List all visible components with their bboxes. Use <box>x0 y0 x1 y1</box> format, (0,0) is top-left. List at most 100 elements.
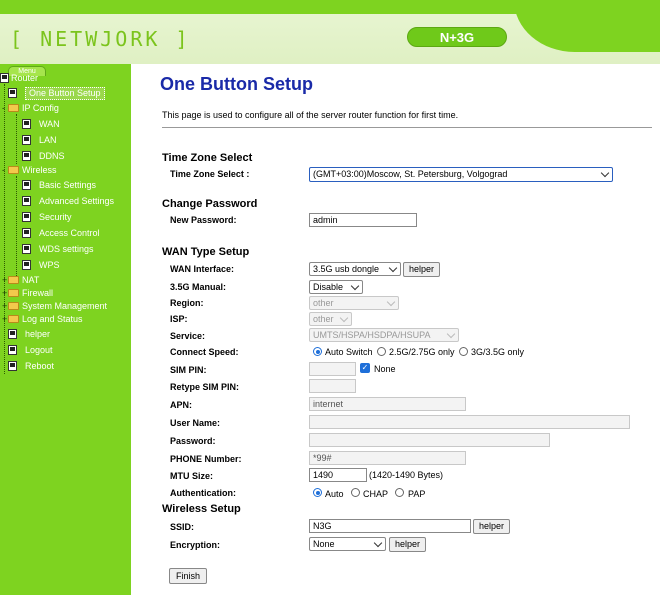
page-icon <box>22 211 31 222</box>
sidebar-item-helper[interactable]: helper <box>8 328 50 341</box>
folder-icon <box>8 301 19 310</box>
new-password-input[interactable]: admin <box>309 213 417 227</box>
mtu-size-label: MTU Size: <box>170 471 214 481</box>
header: [ NETWJORK ] N+3G <box>0 0 660 64</box>
wan-password-label: Password: <box>170 436 216 446</box>
sidebar-item-logout[interactable]: Logout <box>8 344 53 357</box>
auth-pap-radio[interactable] <box>395 488 404 497</box>
sidebar-item-advanced-settings[interactable]: Advanced Settings <box>22 195 114 208</box>
page-icon <box>22 259 31 270</box>
phone-number-label: PHONE Number: <box>170 454 242 464</box>
ssid-helper-button[interactable]: helper <box>473 519 510 534</box>
sidebar-item-lan[interactable]: LAN <box>22 134 57 147</box>
sidebar-item-wireless[interactable]: - Wireless <box>2 164 57 177</box>
encryption-select[interactable]: None <box>309 537 386 551</box>
sim-pin-none-checkbox[interactable]: ✓ <box>360 363 370 373</box>
sim-pin-input[interactable] <box>309 362 356 376</box>
service-select[interactable]: UMTS/HSPA/HSDPA/HSUPA <box>309 328 459 342</box>
page-icon <box>22 243 31 254</box>
apn-label: APN: <box>170 400 192 410</box>
page-icon <box>8 360 17 371</box>
router-icon <box>0 72 9 83</box>
page-title: One Button Setup <box>160 74 313 94</box>
region-label: Region: <box>170 298 204 308</box>
brand-logo: [ NETWJORK ] <box>10 27 191 51</box>
sidebar-item-ip-config[interactable]: - IP Config <box>2 102 59 115</box>
wan-interface-select[interactable]: 3.5G usb dongle <box>309 262 401 276</box>
model-badge: N+3G <box>407 27 507 47</box>
folder-icon <box>8 314 19 323</box>
sidebar-item-access-control[interactable]: Access Control <box>22 227 100 240</box>
new-password-label: New Password: <box>170 215 237 225</box>
manual-35g-select[interactable]: Disable <box>309 280 363 294</box>
sim-pin-none-label: None <box>374 364 396 374</box>
mtu-size-input[interactable]: 1490 <box>309 468 367 482</box>
encryption-label: Encryption: <box>170 540 221 550</box>
header-curve <box>514 0 660 52</box>
sidebar-item-system-management[interactable]: + System Management <box>2 300 107 313</box>
sim-pin-label: SIM PIN: <box>170 365 207 375</box>
isp-select[interactable]: other <box>309 312 352 326</box>
page-icon <box>22 118 31 129</box>
sidebar-item-basic-settings[interactable]: Basic Settings <box>22 179 96 192</box>
speed-25g-radio[interactable] <box>377 347 386 356</box>
folder-icon <box>8 288 19 297</box>
sidebar-item-wds-settings[interactable]: WDS settings <box>22 243 94 256</box>
phone-number-input[interactable]: *99# <box>309 451 466 465</box>
region-select[interactable]: other <box>309 296 399 310</box>
section-wan-type: WAN Type Setup <box>162 246 250 258</box>
ssid-input[interactable]: N3G <box>309 519 471 533</box>
wan-helper-button[interactable]: helper <box>403 262 440 277</box>
page-icon <box>22 227 31 238</box>
wan-interface-label: WAN Interface: <box>170 264 235 274</box>
tree-line <box>16 176 17 276</box>
speed-auto-radio[interactable] <box>313 347 322 356</box>
sidebar: Menu Router One Button Setup - IP Config … <box>0 64 131 595</box>
page-description: This page is used to configure all of th… <box>162 110 459 120</box>
sidebar-item-nat[interactable]: + NAT <box>2 274 39 287</box>
page-icon <box>8 87 17 98</box>
auth-auto-radio[interactable] <box>313 488 322 497</box>
apn-input[interactable]: internet <box>309 397 466 411</box>
auth-auto-label: Auto <box>325 489 344 499</box>
sidebar-root-router[interactable]: Router <box>0 72 38 85</box>
retype-sim-pin-label: Retype SIM PIN: <box>170 382 240 392</box>
speed-auto-label: Auto Switch <box>325 347 373 357</box>
username-label: User Name: <box>170 418 221 428</box>
mtu-size-hint: (1420-1490 Bytes) <box>369 470 444 480</box>
sidebar-item-security[interactable]: Security <box>22 211 72 224</box>
time-zone-select[interactable]: (GMT+03:00)Moscow, St. Petersburg, Volgo… <box>309 167 613 182</box>
auth-chap-radio[interactable] <box>351 488 360 497</box>
sidebar-item-firewall[interactable]: + Firewall <box>2 287 53 300</box>
section-wireless-setup: Wireless Setup <box>162 503 241 515</box>
sidebar-item-ddns[interactable]: DDNS <box>22 150 65 163</box>
speed-3g-radio[interactable] <box>459 347 468 356</box>
time-zone-label: Time Zone Select : <box>170 169 250 179</box>
auth-chap-label: CHAP <box>363 489 389 499</box>
finish-button[interactable]: Finish <box>169 568 207 584</box>
sidebar-item-wan[interactable]: WAN <box>22 118 60 131</box>
ssid-label: SSID: <box>170 522 195 532</box>
page-icon <box>22 150 31 161</box>
main-content: One Button Setup This page is used to co… <box>131 64 660 595</box>
tree-line <box>4 84 5 374</box>
isp-label: ISP: <box>170 314 188 324</box>
retype-sim-pin-input[interactable] <box>309 379 356 393</box>
auth-pap-label: PAP <box>408 489 426 499</box>
sidebar-item-reboot[interactable]: Reboot <box>8 360 54 373</box>
service-label: Service: <box>170 331 206 341</box>
speed-25g-label: 2.5G/2.75G only <box>389 347 455 357</box>
sidebar-item-wps[interactable]: WPS <box>22 259 60 272</box>
folder-icon <box>8 275 19 284</box>
sidebar-item-one-button-setup[interactable]: One Button Setup <box>8 87 105 100</box>
wan-password-input[interactable] <box>309 433 550 447</box>
section-change-password: Change Password <box>162 198 258 210</box>
authentication-label: Authentication: <box>170 488 236 498</box>
manual-35g-label: 3.5G Manual: <box>170 282 227 292</box>
encryption-helper-button[interactable]: helper <box>389 537 426 552</box>
username-input[interactable] <box>309 415 630 429</box>
folder-open-icon <box>8 103 19 112</box>
section-time-zone: Time Zone Select <box>162 152 253 164</box>
sidebar-item-log-and-status[interactable]: + Log and Status <box>2 313 83 326</box>
speed-3g-label: 3G/3.5G only <box>471 347 525 357</box>
